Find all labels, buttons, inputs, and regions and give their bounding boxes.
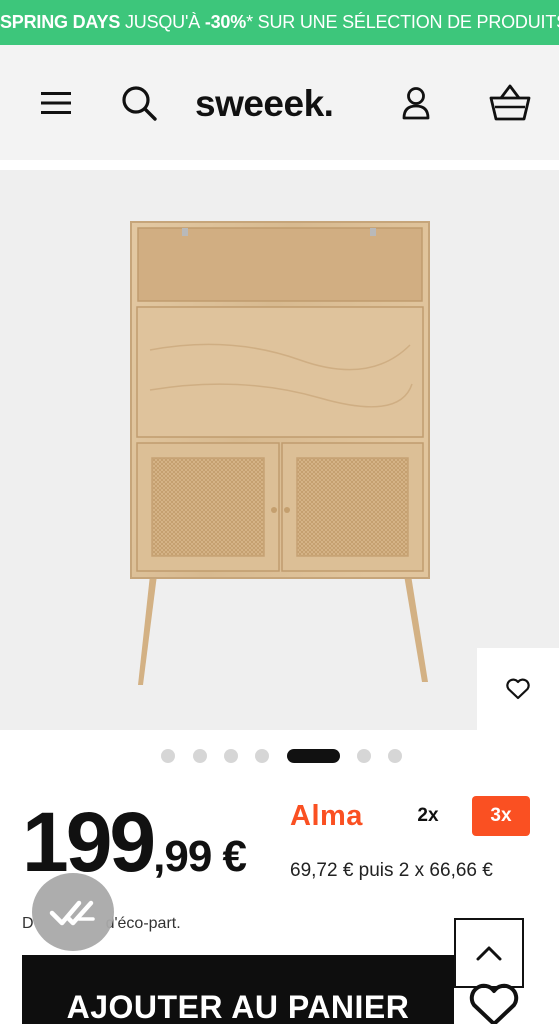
- search-button[interactable]: [118, 45, 160, 160]
- menu-button[interactable]: [36, 45, 76, 160]
- promo-banner[interactable]: SPRING DAYS JUSQU'À -30%* SUR UNE SÉLECT…: [0, 0, 559, 45]
- promo-discount: -30%: [204, 12, 247, 32]
- heart-icon: [506, 678, 530, 700]
- heart-icon: [469, 983, 519, 1024]
- eco-text-end: d'éco-part.: [105, 915, 181, 932]
- carousel-indicator: [0, 746, 559, 764]
- product-price: 199,99 €: [22, 800, 247, 884]
- account-icon: [402, 86, 430, 119]
- carousel-dot[interactable]: [224, 749, 238, 763]
- basket-button[interactable]: [486, 45, 534, 160]
- carousel-dot[interactable]: [388, 749, 402, 763]
- double-check-icon: [49, 900, 95, 926]
- add-to-favorites-button[interactable]: [466, 980, 522, 1024]
- sweeek-logo[interactable]: sweeek.: [195, 85, 334, 122]
- alma-schedule: 69,72 € puis 2 x 66,66 €: [290, 860, 493, 881]
- furniture-secretary-desk-image: [130, 221, 430, 685]
- trust-badge[interactable]: [32, 873, 114, 951]
- product-image-gallery[interactable]: [0, 170, 559, 730]
- carousel-dot[interactable]: [255, 749, 269, 763]
- scroll-to-top-button[interactable]: [454, 918, 524, 988]
- chevron-up-icon: [476, 946, 502, 961]
- header-divider: [0, 160, 559, 170]
- price-decimal: ,99 €: [153, 832, 247, 881]
- alma-logo: Alma: [290, 800, 363, 832]
- promo-text-end: * SUR UNE SÉLECTION DE PRODUITS: [246, 12, 559, 32]
- carousel-dot-active[interactable]: [287, 749, 340, 763]
- carousel-dot[interactable]: [193, 749, 207, 763]
- carousel-dot[interactable]: [357, 749, 371, 763]
- gallery-favorite-button[interactable]: [477, 648, 559, 730]
- site-header: sweeek.: [0, 45, 559, 160]
- menu-icon: [41, 91, 71, 114]
- promo-highlight: SPRING DAYS: [0, 12, 121, 32]
- carousel-dot[interactable]: [161, 749, 175, 763]
- promo-text: JUSQU'À: [120, 12, 205, 32]
- alma-option-2x[interactable]: 2x: [402, 800, 454, 832]
- basket-icon: [489, 84, 531, 120]
- add-to-cart-button[interactable]: AJOUTER AU PANIER: [22, 955, 454, 1024]
- search-icon: [122, 85, 157, 121]
- account-button[interactable]: [398, 45, 434, 160]
- alma-option-3x[interactable]: 3x: [472, 796, 530, 836]
- product-page: SPRING DAYS JUSQU'À -30%* SUR UNE SÉLECT…: [0, 0, 559, 1024]
